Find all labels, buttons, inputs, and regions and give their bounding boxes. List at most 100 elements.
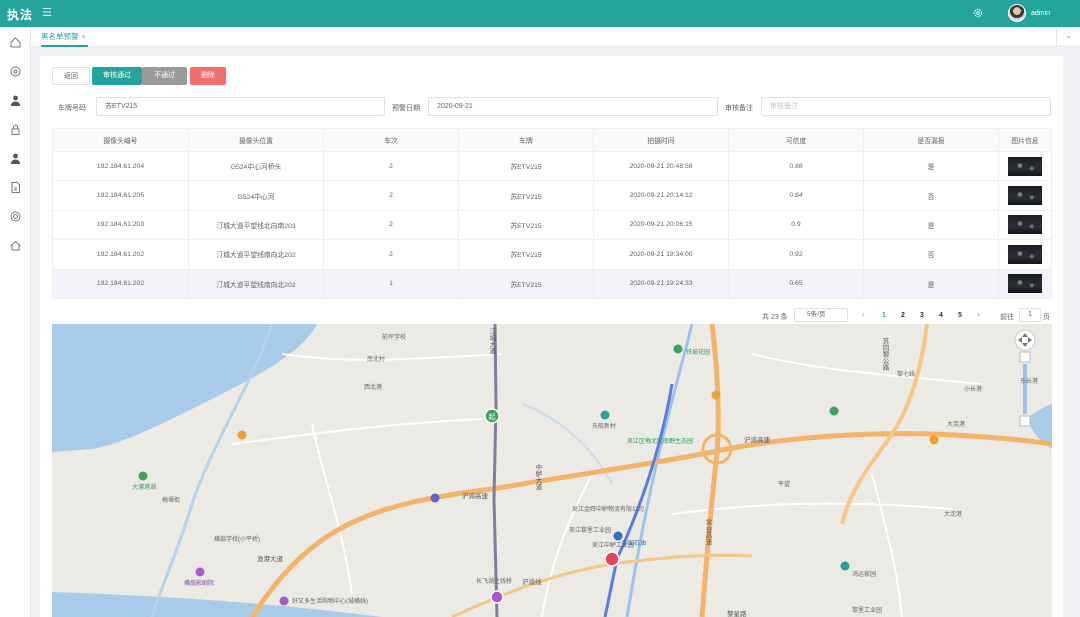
goto-suffix: 页: [1043, 314, 1050, 321]
cell-image: [998, 150, 1052, 182]
cell-plate: 苏ETV215: [458, 150, 594, 182]
table-row[interactable]: 192.184.61.204 G524中心河桥头 2 苏ETV215 2020-…: [52, 150, 1052, 182]
user-icon[interactable]: [9, 94, 22, 107]
cell-missed: 是: [863, 209, 999, 241]
date-input[interactable]: 2020-09-21: [428, 97, 718, 116]
table-header-row: 摄像头编号 摄像头位置 车次 车牌 拍摄时间 可信度 是否漏报 图片信息: [52, 128, 1052, 152]
top-bar: 执法 ☰ admin: [0, 0, 1080, 27]
document-icon[interactable]: [9, 181, 22, 194]
prev-page-icon[interactable]: ‹: [862, 310, 865, 319]
goto-label: 前往: [1000, 314, 1014, 321]
capture-thumbnail[interactable]: [1008, 215, 1042, 235]
cell-missed: 否: [863, 239, 999, 270]
cell-camera-location: 汀城大道平望线北向南203: [188, 209, 324, 241]
cell-confidence: 0.92: [728, 239, 864, 270]
cell-camera-id: 192.184.61.205: [52, 180, 189, 211]
map-label: 江城大道: [488, 328, 495, 354]
map-label: 大浦港湖: [132, 485, 157, 491]
map-label: 吴江黎里工业园: [569, 528, 612, 534]
cell-missed: 是: [863, 150, 999, 182]
map-label: 长飞湖主线桥: [476, 579, 513, 585]
map-label: 东航新村: [592, 424, 617, 430]
map-label: 鸿运家园: [852, 572, 877, 578]
map-label: 铁坡花园: [686, 350, 711, 356]
tab-label: 黑名单预警: [41, 32, 79, 41]
house-icon[interactable]: [9, 239, 22, 252]
map-label: 横扇影剧院: [184, 581, 215, 587]
page-5[interactable]: 5: [954, 310, 966, 322]
map-label: 大沈港: [944, 512, 963, 518]
user-group-icon[interactable]: [9, 152, 22, 165]
header-capture-time: 拍摄时间: [593, 128, 729, 152]
header-plate: 车牌: [458, 128, 594, 152]
map-label: 平望: [778, 482, 791, 488]
map-label: 梅堰街: [162, 498, 181, 504]
gear-icon[interactable]: [972, 7, 984, 19]
cell-camera-id: 192.184.61.202: [52, 239, 189, 270]
remark-input[interactable]: 审核备注: [761, 97, 1051, 116]
page-4[interactable]: 4: [935, 310, 947, 322]
tab-blacklist-warning[interactable]: 黑名单预警 ×: [41, 27, 88, 47]
map-label: 黎里工业园: [852, 608, 883, 614]
map-label: 吴江区梅北区南野生态园: [627, 439, 694, 445]
track-map[interactable]: 起 江城大道 苏同黎公路 沪渝高速 沪渝高速 中鲈大道 常台高速 沪渝线 黎星路…: [52, 324, 1052, 617]
menu-toggle-icon[interactable]: ☰: [42, 6, 52, 19]
header-trip: 车次: [323, 128, 459, 152]
goto-page-input[interactable]: 1: [1019, 308, 1041, 322]
lock-icon[interactable]: [9, 123, 22, 136]
header-confidence: 可信度: [728, 128, 864, 152]
map-label: 中国石油: [622, 541, 647, 547]
capture-thumbnail[interactable]: [1008, 156, 1042, 176]
plate-input[interactable]: 苏ETV215: [96, 97, 385, 116]
page-2[interactable]: 2: [897, 310, 909, 322]
delete-button[interactable]: 删除: [190, 67, 226, 85]
table-row[interactable]: 192.184.61.202 汀城大道平望线南向北202 2 苏ETV215 2…: [52, 239, 1052, 270]
page-3[interactable]: 3: [916, 310, 928, 322]
chevron-down-icon[interactable]: ⌄: [1056, 27, 1080, 47]
header-camera-id: 摄像头编号: [52, 128, 189, 152]
avatar: [1008, 4, 1026, 22]
page-size-select[interactable]: 5条/页: [794, 308, 848, 322]
capture-thumbnail[interactable]: [1008, 244, 1042, 264]
reject-button[interactable]: 不通过: [142, 67, 187, 85]
table-row[interactable]: 192.184.61.205 G524中心河 2 苏ETV215 2020-09…: [52, 180, 1052, 211]
map-label: 沪渝高速: [462, 493, 488, 500]
header-camera-location: 摄像头位置: [188, 128, 324, 152]
table-row[interactable]: 192.184.61.202 汀城大道平望线南向北202 1 苏ETV215 2…: [52, 268, 1052, 299]
cell-confidence: 0.84: [728, 180, 864, 211]
records-table: 摄像头编号 摄像头位置 车次 车牌 拍摄时间 可信度 是否漏报 图片信息 192…: [52, 128, 1052, 299]
username: admin: [1031, 9, 1051, 17]
cell-capture-time: 2020-09-21 20:48:58: [593, 150, 729, 182]
cell-camera-location: G524中心河: [188, 180, 324, 211]
cell-trip: 2: [323, 209, 459, 241]
cell-trip: 2: [323, 239, 459, 270]
map-label: 西北港: [364, 385, 383, 391]
capture-thumbnail[interactable]: [1008, 186, 1042, 206]
map-label: 黎星路: [727, 611, 747, 617]
close-icon[interactable]: ×: [82, 32, 86, 41]
page-1[interactable]: 1: [878, 310, 890, 322]
cell-plate: 苏ETV215: [458, 239, 594, 270]
settings-icon[interactable]: [9, 65, 22, 78]
cell-capture-time: 2020-09-21 20:14:12: [593, 180, 729, 211]
header-image: 图片信息: [998, 128, 1052, 152]
map-label: 吴江金辉中鲈物流有限公司: [572, 507, 645, 513]
user-menu[interactable]: admin: [1008, 4, 1050, 22]
back-button[interactable]: 返回: [52, 67, 90, 85]
home-icon[interactable]: [9, 36, 22, 49]
map-label: 南北村: [367, 357, 386, 363]
cell-camera-id: 192.184.61.202: [52, 268, 189, 299]
cell-camera-id: 192.184.61.203: [52, 209, 189, 241]
cell-missed: 否: [863, 180, 999, 211]
approve-button[interactable]: 审核通过: [92, 67, 142, 85]
map-label: 横扇学校(小平桥): [214, 537, 260, 543]
cell-image: [998, 180, 1052, 211]
capture-thumbnail[interactable]: [1008, 274, 1042, 294]
sidebar: [0, 27, 31, 617]
cell-capture-time: 2020-09-21 19:34:00: [593, 239, 729, 270]
cell-missed: 是: [863, 268, 999, 299]
svg-text:起: 起: [489, 413, 496, 421]
headset-icon[interactable]: [9, 210, 22, 223]
next-page-icon[interactable]: ›: [977, 310, 980, 319]
table-row[interactable]: 192.184.61.203 汀城大道平望线北向南203 2 苏ETV215 2…: [52, 209, 1052, 241]
